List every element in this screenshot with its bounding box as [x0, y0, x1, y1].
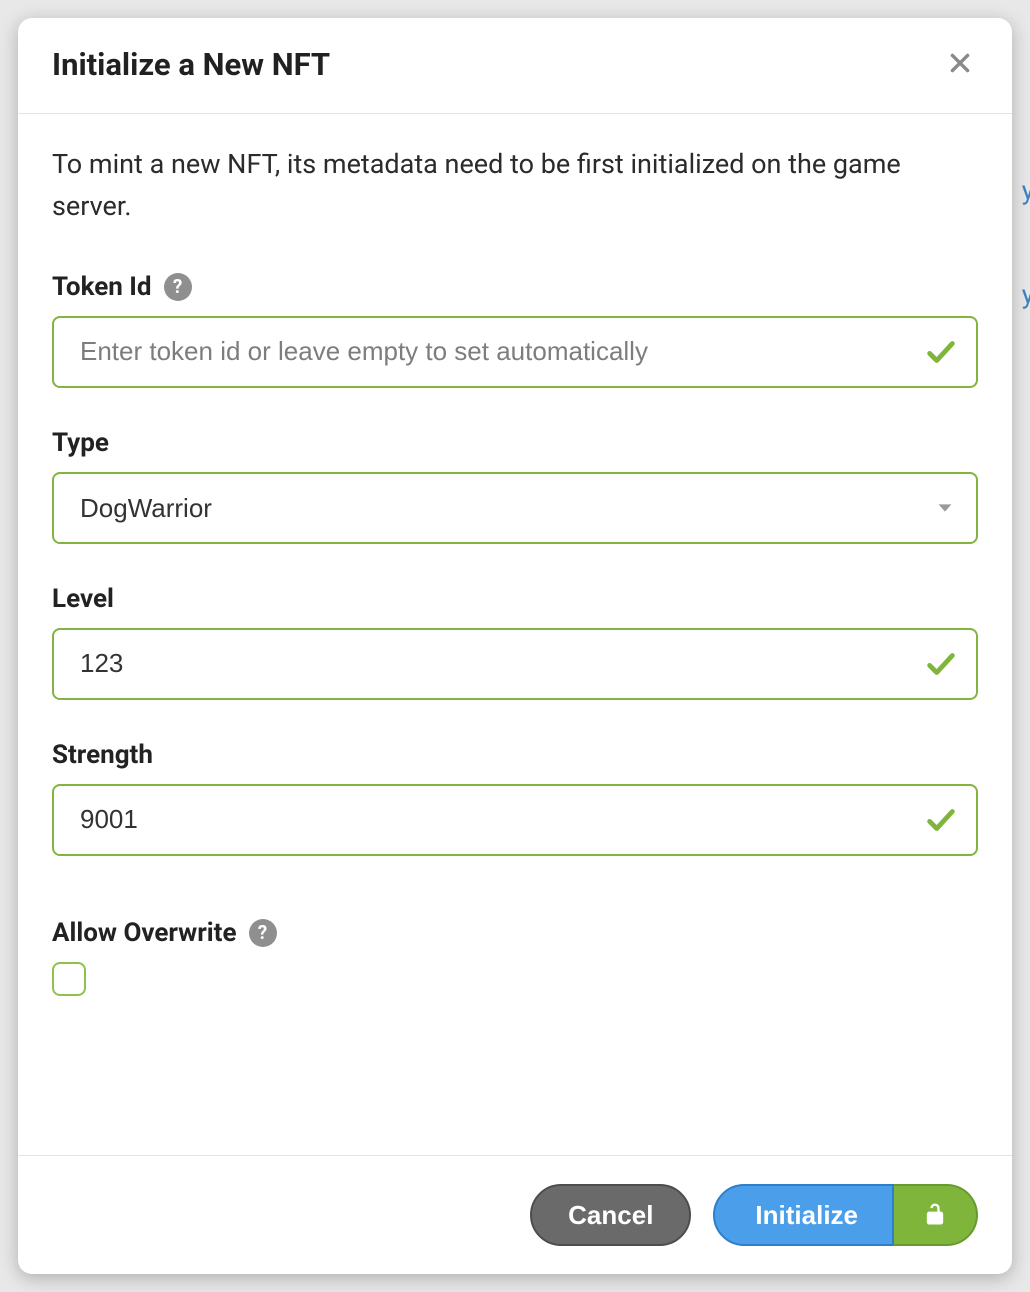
allow-overwrite-checkbox[interactable]: [52, 962, 86, 996]
bg-fragment: y: [1022, 176, 1030, 206]
level-input[interactable]: [52, 628, 978, 700]
field-strength: Strength: [52, 740, 978, 856]
initialize-nft-modal: Initialize a New NFT To mint a new NFT, …: [18, 18, 1012, 1274]
field-allow-overwrite: Allow Overwrite ?: [52, 918, 978, 1000]
type-label: Type: [52, 428, 109, 458]
field-level: Level: [52, 584, 978, 700]
allow-overwrite-label-row: Allow Overwrite ?: [52, 918, 978, 948]
token-id-label: Token Id: [52, 272, 152, 302]
type-label-row: Type: [52, 428, 978, 458]
unlock-icon: [921, 1200, 949, 1231]
modal-header: Initialize a New NFT: [18, 18, 1012, 114]
level-label: Level: [52, 584, 114, 614]
modal-intro-text: To mint a new NFT, its metadata need to …: [52, 144, 978, 228]
modal-footer: Cancel Initialize: [18, 1155, 1012, 1274]
field-token-id: Token Id ?: [52, 272, 978, 388]
initialize-button[interactable]: Initialize: [713, 1184, 894, 1246]
close-button[interactable]: [942, 47, 978, 83]
level-label-row: Level: [52, 584, 978, 614]
cancel-button[interactable]: Cancel: [530, 1184, 691, 1246]
help-icon[interactable]: ?: [249, 919, 277, 947]
bg-fragment: y: [1022, 280, 1030, 310]
strength-label: Strength: [52, 740, 153, 770]
modal-body: To mint a new NFT, its metadata need to …: [18, 114, 1012, 1155]
type-select[interactable]: DogWarrior: [52, 472, 978, 544]
token-id-input[interactable]: [52, 316, 978, 388]
field-type: Type DogWarrior: [52, 428, 978, 544]
token-id-label-row: Token Id ?: [52, 272, 978, 302]
strength-label-row: Strength: [52, 740, 978, 770]
unlock-button[interactable]: [894, 1184, 978, 1246]
modal-title: Initialize a New NFT: [52, 46, 330, 83]
help-icon[interactable]: ?: [164, 273, 192, 301]
close-icon: [947, 50, 973, 80]
strength-input[interactable]: [52, 784, 978, 856]
initialize-button-group: Initialize: [713, 1184, 978, 1246]
allow-overwrite-label: Allow Overwrite: [52, 918, 237, 948]
